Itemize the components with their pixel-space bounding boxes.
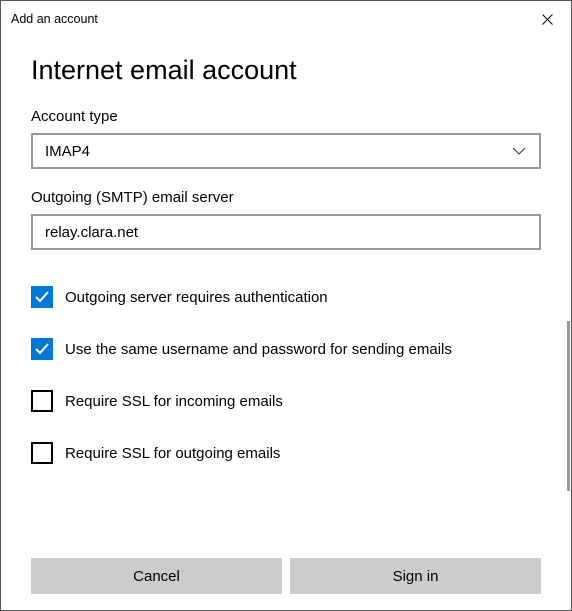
- checkbox-label: Require SSL for incoming emails: [65, 393, 283, 410]
- checkbox-same-creds[interactable]: Use the same username and password for s…: [31, 338, 541, 360]
- content: Internet email account Account type IMAP…: [1, 37, 571, 504]
- checkbox-box[interactable]: [31, 390, 53, 412]
- scrollbar[interactable]: [567, 321, 570, 491]
- smtp-input[interactable]: [31, 214, 541, 250]
- checkbox-box[interactable]: [31, 338, 53, 360]
- check-icon: [34, 341, 50, 357]
- account-type-value: IMAP4: [45, 143, 511, 160]
- checkbox-box[interactable]: [31, 442, 53, 464]
- close-icon: [542, 14, 553, 25]
- checkbox-ssl-outgoing[interactable]: Require SSL for outgoing emails: [31, 442, 541, 464]
- checkbox-label: Outgoing server requires authentication: [65, 289, 328, 306]
- button-row: Cancel Sign in: [31, 558, 541, 594]
- checkbox-label: Use the same username and password for s…: [65, 341, 452, 358]
- check-icon: [34, 289, 50, 305]
- window-title: Add an account: [11, 12, 98, 26]
- account-type-select[interactable]: IMAP4: [31, 133, 541, 169]
- cancel-button[interactable]: Cancel: [31, 558, 282, 594]
- checkbox-outgoing-auth[interactable]: Outgoing server requires authentication: [31, 286, 541, 308]
- signin-button[interactable]: Sign in: [290, 558, 541, 594]
- checkbox-box[interactable]: [31, 286, 53, 308]
- checkbox-ssl-incoming[interactable]: Require SSL for incoming emails: [31, 390, 541, 412]
- checkbox-label: Require SSL for outgoing emails: [65, 445, 280, 462]
- titlebar: Add an account: [1, 1, 571, 37]
- smtp-label: Outgoing (SMTP) email server: [31, 189, 541, 206]
- page-title: Internet email account: [31, 55, 541, 86]
- chevron-down-icon: [511, 143, 527, 159]
- close-button[interactable]: [535, 7, 559, 31]
- account-type-label: Account type: [31, 108, 541, 125]
